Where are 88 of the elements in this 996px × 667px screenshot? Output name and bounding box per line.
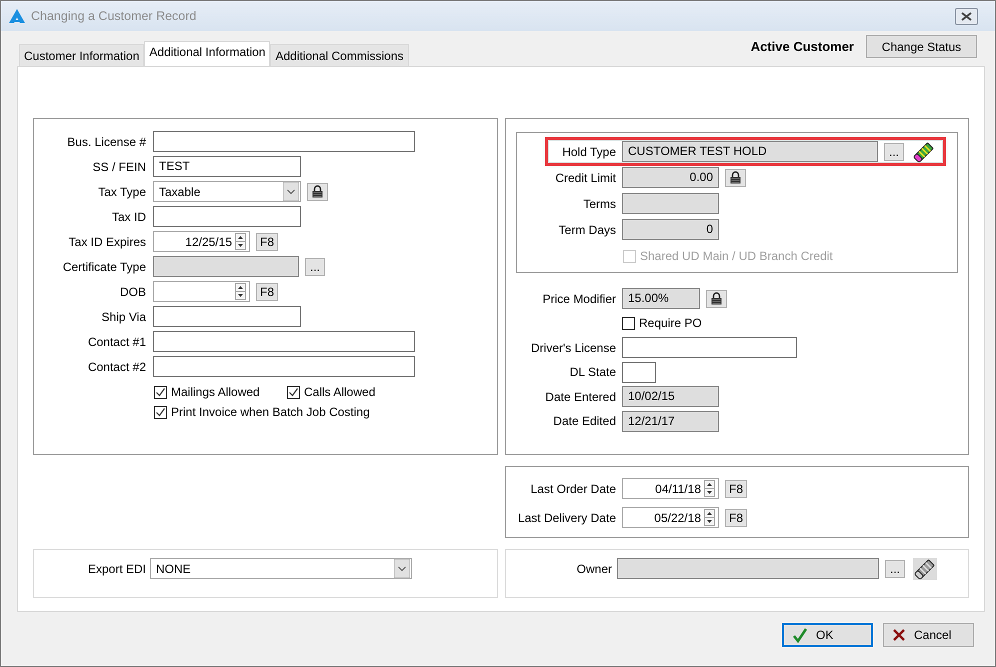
checkbox[interactable] xyxy=(154,406,167,418)
window-title: Changing a Customer Record xyxy=(31,9,198,23)
input-field[interactable] xyxy=(622,337,797,358)
checkbox-label: Shared UD Main / UD Branch Credit xyxy=(640,249,833,263)
chevron-down-icon xyxy=(283,182,299,201)
input-field[interactable] xyxy=(153,356,415,377)
checkmark-icon xyxy=(792,627,808,643)
lock-icon xyxy=(710,292,723,305)
field-label: Certificate Type xyxy=(62,260,146,274)
ok-button[interactable]: OK xyxy=(782,623,873,647)
f8-button[interactable]: F8 xyxy=(725,508,748,526)
lock-button[interactable] xyxy=(706,290,727,308)
checkbox-label: Require PO xyxy=(639,316,702,330)
eraser-icon xyxy=(913,558,937,580)
date-field[interactable]: 05/22/18 xyxy=(622,507,719,528)
field-label: Contact #2 xyxy=(86,360,146,374)
field-label: Contact #1 xyxy=(86,334,146,348)
browse-button[interactable]: ... xyxy=(305,258,325,276)
read-only-field[interactable] xyxy=(617,558,879,579)
input-field[interactable] xyxy=(622,362,656,383)
cancel-button[interactable]: Cancel xyxy=(883,623,974,647)
field-label: Date Edited xyxy=(552,414,616,428)
read-only-field[interactable]: 12/21/17 xyxy=(622,410,719,432)
tab[interactable]: Customer Information xyxy=(19,44,144,66)
checkbox-label: Calls Allowed xyxy=(304,385,376,399)
customer-status: Active Customer xyxy=(750,39,854,54)
input-field[interactable] xyxy=(153,206,301,227)
spinner-icon[interactable] xyxy=(235,233,246,250)
x-icon xyxy=(892,628,906,642)
lock-icon xyxy=(729,171,742,184)
f8-button[interactable]: F8 xyxy=(256,232,278,250)
field-label: Tax ID xyxy=(110,210,146,224)
checkbox-label: Print Invoice when Batch Job Costing xyxy=(171,405,370,419)
read-only-field[interactable]: CUSTOMER TEST HOLD xyxy=(622,141,878,162)
checkbox-label: Mailings Allowed xyxy=(171,385,260,399)
field-label: Bus. License # xyxy=(66,134,146,148)
tab[interactable]: Additional Commissions xyxy=(270,44,409,66)
read-only-field[interactable] xyxy=(622,193,719,214)
field-label: Last Order Date xyxy=(530,482,616,496)
date-field[interactable]: 12/25/15 xyxy=(153,231,250,252)
spinner-icon[interactable] xyxy=(704,509,715,526)
field-label: DL State xyxy=(568,365,616,380)
field-label: Tax Type xyxy=(97,184,146,198)
field-label: Date Entered xyxy=(544,390,616,404)
input-field[interactable] xyxy=(153,306,301,327)
browse-button[interactable]: ... xyxy=(884,142,904,160)
lock-button[interactable] xyxy=(307,182,328,200)
lock-button[interactable] xyxy=(725,168,746,186)
input-field[interactable] xyxy=(153,331,415,352)
chevron-down-icon xyxy=(394,559,410,578)
f8-button[interactable]: F8 xyxy=(725,480,748,498)
checkbox[interactable] xyxy=(622,316,635,330)
field-label: Owner xyxy=(576,562,612,576)
field-label: DOB xyxy=(118,284,146,298)
field-label: Export EDI xyxy=(86,562,146,576)
spinner-icon[interactable] xyxy=(235,283,246,300)
date-field[interactable] xyxy=(153,281,250,302)
dropdown[interactable]: NONE xyxy=(150,558,412,579)
app-logo-icon xyxy=(9,9,25,23)
field-label: Ship Via xyxy=(100,310,146,324)
input-field[interactable]: TEST xyxy=(153,156,301,177)
input-field[interactable] xyxy=(153,131,415,152)
field-label: SS / FEIN xyxy=(92,160,146,174)
browse-button[interactable]: ... xyxy=(885,560,905,578)
read-only-field[interactable]: 15.00% xyxy=(622,288,700,309)
f8-button[interactable]: F8 xyxy=(256,282,278,300)
read-only-field[interactable]: 0 xyxy=(622,219,719,240)
tab[interactable]: Additional Information xyxy=(144,41,270,66)
read-only-field[interactable]: 10/02/15 xyxy=(622,386,719,408)
field-label: Driver's License xyxy=(530,340,616,355)
field-label: Credit Limit xyxy=(554,170,616,184)
dropdown[interactable]: Taxable xyxy=(153,181,301,202)
checkbox[interactable] xyxy=(287,386,300,398)
field-label: Terms xyxy=(582,196,616,210)
read-only-field[interactable]: 0.00 xyxy=(622,167,719,188)
close-button[interactable] xyxy=(955,8,978,24)
field-label: Term Days xyxy=(558,222,616,236)
field-label: Tax ID Expires xyxy=(68,234,146,248)
field-label: Hold Type xyxy=(561,144,616,158)
field-label: Last Delivery Date xyxy=(516,510,616,524)
lock-icon xyxy=(311,185,324,198)
date-field[interactable]: 04/11/18 xyxy=(622,478,719,499)
close-icon xyxy=(961,12,972,20)
field-label: Price Modifier xyxy=(542,292,616,306)
change-status-button[interactable]: Change Status xyxy=(866,35,977,58)
checkbox[interactable] xyxy=(154,386,167,398)
read-only-field[interactable] xyxy=(153,256,299,277)
spinner-icon[interactable] xyxy=(704,480,715,497)
